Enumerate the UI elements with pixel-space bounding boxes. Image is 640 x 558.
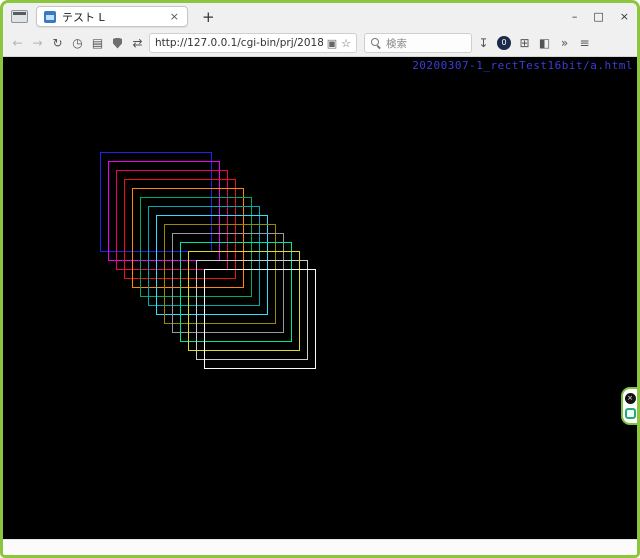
browser-window: テスト L × + – □ × ← → ↻ ◷ ▤ ⇄ http://127.0… [0, 0, 640, 558]
widget-close-icon[interactable]: × [625, 393, 636, 404]
adblock-badge-icon[interactable]: 0 [497, 36, 511, 50]
floating-extension-widget[interactable]: × [621, 387, 637, 425]
history-icon[interactable]: ◷ [69, 34, 86, 52]
close-button[interactable]: × [620, 10, 629, 23]
tab-favicon-icon [44, 11, 56, 23]
window-menu-icon[interactable] [11, 10, 28, 23]
window-controls: – □ × [572, 10, 629, 23]
search-placeholder: 検索 [386, 36, 407, 51]
bookmark-star-icon[interactable]: ☆ [341, 37, 351, 50]
download-icon[interactable]: ↧ [475, 34, 492, 52]
tracking-shield-icon[interactable] [113, 38, 122, 49]
forward-icon[interactable]: → [29, 34, 46, 52]
url-bar[interactable]: http://127.0.0.1/cgi-bin/prj/20180128-ho… [149, 33, 357, 53]
picture-in-picture-icon[interactable]: ▣ [327, 37, 337, 50]
outlined-rect-13 [204, 269, 316, 369]
swap-arrows-icon[interactable]: ⇄ [129, 34, 146, 52]
menu-icon[interactable]: ≡ [576, 34, 593, 52]
search-icon [371, 38, 381, 48]
navigation-bar: ← → ↻ ◷ ▤ ⇄ http://127.0.0.1/cgi-bin/prj… [3, 30, 637, 57]
url-text[interactable]: http://127.0.0.1/cgi-bin/prj/20180128-ho… [155, 37, 323, 49]
browser-tab[interactable]: テスト L × [36, 6, 188, 27]
tab-title: テスト L [62, 9, 163, 25]
title-bar: テスト L × + – □ × [3, 3, 637, 30]
back-icon[interactable]: ← [9, 34, 26, 52]
tab-close-icon[interactable]: × [169, 10, 180, 23]
reload-icon[interactable]: ↻ [49, 34, 66, 52]
status-bar [3, 539, 637, 555]
page-heading-link[interactable]: 20200307-1_rectTest16bit/a.html [412, 59, 633, 72]
maximize-button[interactable]: □ [593, 10, 603, 23]
overflow-icon[interactable]: » [556, 34, 573, 52]
new-tab-button[interactable]: + [196, 8, 221, 26]
search-input[interactable]: 検索 [364, 33, 472, 53]
minimize-button[interactable]: – [572, 10, 578, 23]
reader-view-icon[interactable]: ▤ [89, 34, 106, 52]
extensions-icon[interactable]: ⊞ [516, 34, 533, 52]
sidebar-icon[interactable]: ◧ [536, 34, 553, 52]
page-content: 20200307-1_rectTest16bit/a.html × [3, 57, 637, 539]
widget-app-icon[interactable] [625, 408, 636, 419]
